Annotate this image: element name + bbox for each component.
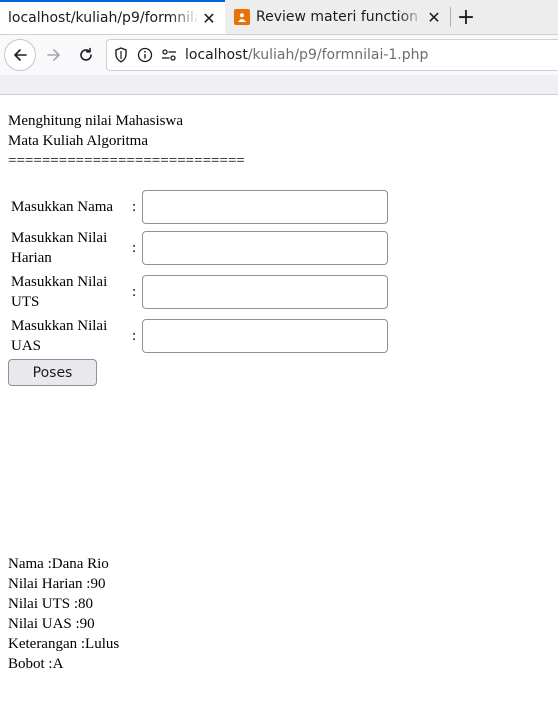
tab-review-materi[interactable]: Review materi function dan array ✕	[226, 0, 450, 34]
separator-line: ============================	[8, 153, 245, 169]
new-tab-button[interactable]: +	[454, 4, 478, 30]
daily-score-label: Masukkan Nilai Harian	[11, 230, 108, 266]
uts-score-colon: :	[132, 284, 137, 300]
result-grade: Bobot :A	[8, 656, 64, 672]
url-path: /kuliah/p9/formnilai-1.php	[247, 47, 429, 63]
tab-title: Review materi function dan array	[256, 9, 424, 25]
tab-bar: localhost/kuliah/p9/formnilai-1.php ✕ Re…	[0, 0, 558, 35]
forward-button[interactable]	[38, 39, 70, 71]
course-heading: Mata Kuliah Algoritma	[8, 133, 148, 149]
result-description: Keterangan :Lulus	[8, 636, 120, 652]
daily-score-colon: :	[132, 240, 137, 256]
tab-title: localhost/kuliah/p9/formnilai-1.php	[8, 10, 199, 26]
forward-arrow-icon	[47, 49, 60, 61]
result-daily-score: Nilai Harian :90	[8, 576, 106, 592]
reload-icon	[80, 47, 92, 61]
uts-score-label: Masukkan Nilai UTS	[11, 274, 108, 310]
uas-score-label: Masukkan Nilai UAS	[11, 318, 108, 354]
result-uts-score: Nilai UTS :80	[8, 596, 93, 612]
close-icon[interactable]: ✕	[199, 8, 219, 28]
page-heading: Menghitung nilai Mahasiswa	[8, 113, 183, 129]
tab-separator	[450, 7, 451, 27]
toolbar-strip	[0, 75, 558, 95]
close-icon[interactable]: ✕	[424, 7, 444, 27]
name-colon: :	[132, 199, 137, 215]
reload-button[interactable]	[70, 39, 102, 71]
uts-score-input[interactable]	[142, 275, 388, 309]
info-icon[interactable]	[135, 45, 155, 65]
url-host: localhost	[185, 47, 248, 63]
uas-score-input[interactable]	[142, 319, 388, 353]
uas-score-colon: :	[132, 328, 137, 344]
navigation-toolbar: localhost/kuliah/p9/formnilai-1.php	[0, 35, 558, 75]
result-uas-score: Nilai UAS :90	[8, 616, 95, 632]
favicon-icon	[234, 9, 250, 25]
process-button[interactable]: Poses	[8, 359, 97, 386]
tab-formnilai[interactable]: localhost/kuliah/p9/formnilai-1.php ✕	[0, 0, 225, 34]
shield-icon[interactable]	[111, 45, 131, 65]
url-text: localhost/kuliah/p9/formnilai-1.php	[185, 47, 428, 63]
back-button[interactable]	[4, 39, 36, 71]
page-content: Menghitung nilai Mahasiswa Mata Kuliah A…	[0, 95, 558, 711]
back-arrow-icon	[14, 49, 27, 61]
result-name: Nama :Dana Rio	[8, 556, 109, 572]
url-bar[interactable]: localhost/kuliah/p9/formnilai-1.php	[106, 39, 558, 71]
permissions-icon[interactable]	[159, 45, 179, 65]
daily-score-input[interactable]	[142, 231, 388, 265]
name-input[interactable]	[142, 190, 388, 224]
plus-icon: +	[456, 4, 476, 30]
name-label: Masukkan Nama	[11, 199, 114, 215]
